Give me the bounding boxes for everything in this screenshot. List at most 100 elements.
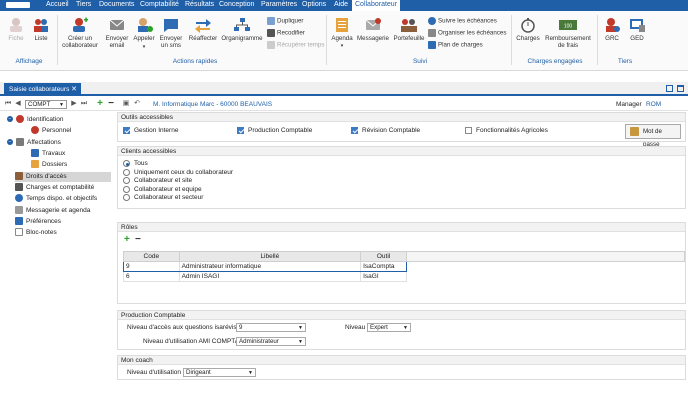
appeler-button[interactable]: Appeler ▾ [132,17,156,51]
column-header-code[interactable]: Code [123,251,180,262]
cell-libelle[interactable]: Admin ISAGI [178,271,362,282]
niveau-questions-select[interactable]: 9 ▼ [236,323,306,332]
collapse-icon[interactable]: − [7,139,13,146]
recodifier-button[interactable]: Recodifier [267,29,305,37]
envoyer-sms-button[interactable]: Envoyer un sms [157,17,185,49]
tree-item-affectations[interactable]: − Affectations [7,138,61,148]
collapse-icon[interactable]: − [7,116,13,123]
tree-item-travaux[interactable]: Travaux [31,149,65,159]
coach-niveau-select[interactable]: Dirigeant ▼ [183,368,256,377]
cell-outil[interactable]: IsaCompta [360,261,407,272]
menu-aide[interactable]: Aide [334,1,348,8]
plan-charges-button[interactable]: Plan de charges [428,41,483,49]
cell-code[interactable]: 6 [123,271,180,282]
checkbox-box[interactable] [237,127,244,134]
tree-item-temps[interactable]: Temps dispo. et objectifs [15,194,97,204]
preferences-icon [15,217,23,226]
radio-tous[interactable]: Tous [123,160,148,167]
column-header-libelle[interactable]: Libellé [178,251,362,262]
last-record-icon[interactable]: ⏭ [80,100,88,108]
menu-parametres[interactable]: Paramètres [261,1,297,8]
portefeuille-button[interactable]: Portefeuille [391,17,427,42]
menu-resultats[interactable]: Résultats [185,1,214,8]
reaffecter-button[interactable]: Réaffecter [187,17,219,42]
swap-arrows-icon [194,17,212,33]
tree-item-personnel[interactable]: Personnel [31,126,71,136]
radio-dot[interactable] [123,168,130,176]
creer-collaborateur-button[interactable]: Créer un collaborateur [61,17,99,49]
delete-record-icon[interactable]: − [107,99,115,109]
radio-dot[interactable] [123,177,130,184]
column-header-outil[interactable]: Outil [360,251,407,262]
table-row[interactable]: 6 Admin ISAGI IsaGI [123,271,685,282]
ged-button[interactable]: GED [626,17,648,42]
radio-label: Collaborateur et equipe [134,185,202,193]
liste-button[interactable]: Liste [30,17,52,42]
organiser-echeances-button[interactable]: Organiser les échéances [428,29,506,37]
checkbox-box[interactable] [351,127,358,134]
tab-saisie-collaborateurs[interactable]: Saisie collaborateurs ✕ [4,83,81,96]
first-record-icon[interactable]: ⏮ [4,100,12,108]
tree-item-messagerie[interactable]: Messagerie et agenda [15,206,90,216]
menu-options[interactable]: Options [302,1,326,8]
menu-comptabilite[interactable]: Comptabilité [140,1,179,8]
checkbox-production-comptable[interactable]: Production Comptable [237,127,312,134]
grc-button[interactable]: GRC [601,17,623,42]
remboursement-frais-button[interactable]: 100 Remboursement de frais [544,17,592,49]
checkbox-gestion-interne[interactable]: Gestion Interne [123,127,178,134]
checkbox-box[interactable] [123,127,130,134]
radio-dot[interactable] [123,160,130,167]
close-icon[interactable]: ✕ [71,85,77,93]
menu-accueil[interactable]: Accueil [46,1,69,8]
maximize-window-icon[interactable] [677,85,684,92]
radio-uniquement-collaborateur[interactable]: Uniquement ceux du collaborateur [123,168,233,176]
table-row[interactable]: 9 Administrateur informatique IsaCompta [123,261,685,272]
tree-item-preferences[interactable]: Préférences [15,217,61,227]
compte-select[interactable]: COMPT ▼ [25,100,67,109]
radio-dot[interactable] [123,194,130,201]
messagerie-button[interactable]: Messagerie [356,17,390,42]
menu-collaborateur[interactable]: Collaborateur [352,0,401,11]
menu-conception[interactable]: Conception [219,1,254,8]
fiche-button[interactable]: Fiche [5,17,27,42]
remove-role-icon[interactable]: − [135,234,141,245]
niveau-ami-select[interactable]: Administrateur ▼ [236,337,306,346]
cell-libelle[interactable]: Administrateur informatique [178,261,362,272]
add-record-icon[interactable]: + [96,99,104,109]
tree-item-droits-acces[interactable]: Droits d'accès [15,172,111,182]
add-role-icon[interactable]: + [124,234,130,245]
app-logo[interactable] [6,2,30,8]
previous-record-icon[interactable]: ◀ [14,100,22,108]
envoyer-email-button[interactable]: Envoyer email [103,17,131,49]
charges-button[interactable]: Charges [515,17,541,42]
organigramme-button[interactable]: Organigramme [220,17,264,42]
checkbox-revision-comptable[interactable]: Révision Comptable [351,127,420,134]
cell-code[interactable]: 9 [123,261,180,272]
tree-item-identification[interactable]: − Identification [7,115,64,125]
checkbox-box[interactable] [465,127,472,134]
restore-window-icon[interactable] [666,85,673,92]
section-title: Mon coach [118,356,685,365]
menu-bar: Accueil Tiers Documents Comptabilité Rés… [0,0,688,11]
cell-outil[interactable]: IsaGI [360,271,407,282]
mot-de-passe-button[interactable]: Mot de passe [625,124,681,148]
group-charges-label: Charges engagées [527,58,583,65]
radio-collaborateur-equipe[interactable]: Collaborateur et equipe [123,185,202,193]
dupliquer-button[interactable]: Dupliquer [267,17,303,25]
next-record-icon[interactable]: ▶ [70,100,78,108]
menu-documents[interactable]: Documents [99,1,134,8]
envoyer-sms-label: Envoyer un sms [159,35,183,49]
agenda-button[interactable]: Agenda ▾ [330,17,354,50]
radio-dot[interactable] [123,185,130,193]
suivre-echeances-button[interactable]: Suivre les échéances [428,17,497,25]
assignments-icon [16,138,24,147]
tree-item-charges[interactable]: Charges et comptabilité [15,183,94,193]
recuperer-temps-button[interactable]: Récupérer temps [267,41,324,49]
menu-tiers[interactable]: Tiers [76,1,91,8]
checkbox-fonctionnalites-agricoles[interactable]: Fonctionnalités Agricoles [465,127,548,134]
tree-item-bloc-notes[interactable]: Bloc-notes [15,228,57,238]
niveau-select[interactable]: Expert ▼ [367,323,411,332]
radio-collaborateur-secteur[interactable]: Collaborateur et secteur [123,194,203,201]
radio-collaborateur-site[interactable]: Collaborateur et site [123,177,192,184]
tree-item-dossiers[interactable]: Dossiers [31,160,67,170]
